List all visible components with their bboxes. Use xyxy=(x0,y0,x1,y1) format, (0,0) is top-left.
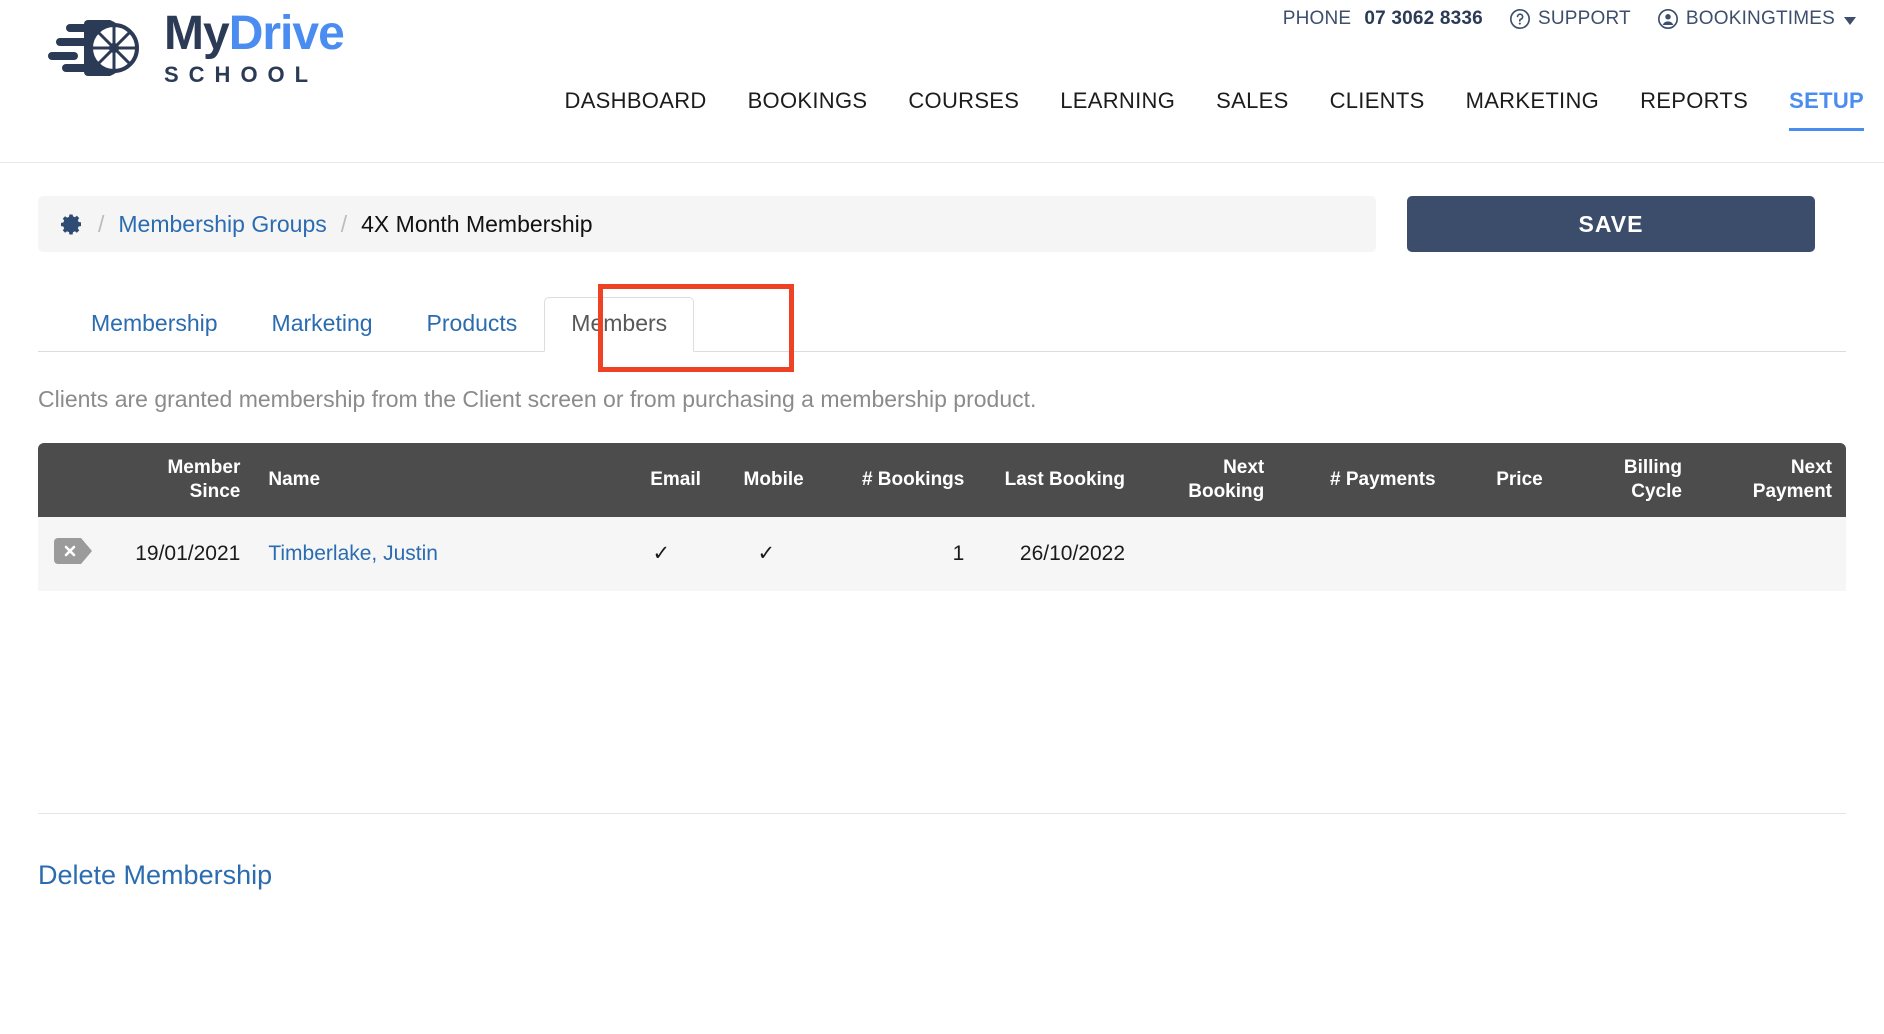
col-bookings[interactable]: # Bookings xyxy=(817,443,979,517)
phone-info: PHONE 07 3062 8336 xyxy=(1283,8,1483,30)
col-next-booking[interactable]: Next Booking xyxy=(1139,443,1279,517)
phone-number[interactable]: 07 3062 8336 xyxy=(1364,8,1483,30)
breadcrumb-separator-2: / xyxy=(340,210,348,237)
col-billing-cycle[interactable]: Billing Cycle xyxy=(1556,443,1696,517)
members-table: Member Since Name Email Mobile # Booking… xyxy=(38,443,1846,591)
cell-price xyxy=(1449,516,1557,591)
cell-bookings: 1 xyxy=(817,516,979,591)
brand-logo[interactable]: MyDrive SCHOOL xyxy=(48,7,345,87)
col-next-payment[interactable]: Next Payment xyxy=(1695,443,1846,517)
tab-list: Membership Marketing Products Members xyxy=(38,296,1846,352)
tabs-region: Membership Marketing Products Members xyxy=(38,284,1846,372)
col-price[interactable]: Price xyxy=(1449,443,1557,517)
nav-item-learning[interactable]: LEARNING xyxy=(1060,88,1175,131)
support-link[interactable]: SUPPORT xyxy=(1509,8,1631,30)
gear-icon[interactable] xyxy=(60,212,84,236)
remove-member-icon[interactable] xyxy=(52,537,96,564)
nav-item-courses[interactable]: COURSES xyxy=(908,88,1019,131)
drive-wheel-logo-icon xyxy=(48,20,139,76)
nav-item-marketing[interactable]: MARKETING xyxy=(1466,88,1600,131)
col-mobile[interactable]: Mobile xyxy=(714,443,818,517)
delete-membership-link[interactable]: Delete Membership xyxy=(38,860,272,891)
brand-title-drive: Drive xyxy=(228,7,345,60)
member-name-link[interactable]: Timberlake, Justin xyxy=(268,542,438,565)
tab-membership[interactable]: Membership xyxy=(64,297,245,352)
remove-tag-glyph xyxy=(54,537,92,564)
breadcrumb-parent-link[interactable]: Membership Groups xyxy=(118,211,326,238)
nav-item-sales[interactable]: SALES xyxy=(1216,88,1288,131)
question-circle-icon xyxy=(1509,9,1530,29)
col-email[interactable]: Email xyxy=(607,443,715,517)
table-row: 19/01/2021 Timberlake, Justin ✓ ✓ 1 26/1… xyxy=(38,516,1846,591)
nav-item-bookings[interactable]: BOOKINGS xyxy=(748,88,868,131)
cell-mobile-check: ✓ xyxy=(714,516,818,591)
footer-divider xyxy=(38,812,1846,814)
brand-title: MyDrive xyxy=(164,7,345,60)
app-header: MyDrive SCHOOL PHONE 07 3062 8336 SUPPOR… xyxy=(0,0,1884,163)
cell-next-payment xyxy=(1695,516,1846,591)
brand-logo-text: MyDrive SCHOOL xyxy=(164,7,345,87)
account-label: BOOKINGTIMES xyxy=(1685,8,1835,29)
members-table-body: 19/01/2021 Timberlake, Justin ✓ ✓ 1 26/1… xyxy=(38,516,1846,591)
col-name[interactable]: Name xyxy=(254,443,608,517)
col-last-booking[interactable]: Last Booking xyxy=(978,443,1140,517)
support-label: SUPPORT xyxy=(1537,8,1631,29)
chevron-down-icon xyxy=(1844,17,1856,25)
cell-payments xyxy=(1278,516,1450,591)
breadcrumb-current: 4X Month Membership xyxy=(361,210,593,237)
col-payments[interactable]: # Payments xyxy=(1278,443,1450,517)
members-table-head: Member Since Name Email Mobile # Booking… xyxy=(38,443,1846,517)
tab-products[interactable]: Products xyxy=(400,297,545,352)
cell-name: Timberlake, Justin xyxy=(254,516,608,591)
breadcrumb: / Membership Groups / 4X Month Membershi… xyxy=(38,196,1376,252)
main-navigation: DASHBOARD BOOKINGS COURSES LEARNING SALE… xyxy=(565,88,1864,131)
user-circle-icon xyxy=(1657,9,1678,29)
breadcrumb-row: / Membership Groups / 4X Month Membershi… xyxy=(38,196,1846,252)
nav-item-dashboard[interactable]: DASHBOARD xyxy=(565,88,707,131)
cell-member-since: 19/01/2021 xyxy=(115,516,255,591)
cell-billing-cycle xyxy=(1556,516,1696,591)
nav-item-reports[interactable]: REPORTS xyxy=(1640,88,1748,131)
save-button[interactable]: SAVE xyxy=(1407,196,1815,252)
cell-email-check: ✓ xyxy=(607,516,715,591)
nav-item-setup[interactable]: SETUP xyxy=(1789,88,1864,131)
brand-title-my: My xyxy=(164,7,230,60)
cell-last-booking: 26/10/2022 xyxy=(978,516,1140,591)
breadcrumb-separator-1: / xyxy=(98,210,105,237)
col-member-since[interactable]: Member Since xyxy=(115,443,255,517)
phone-label: PHONE xyxy=(1282,8,1352,29)
tab-marketing[interactable]: Marketing xyxy=(245,297,400,352)
utility-bar: PHONE 07 3062 8336 SUPPORT BOOKINGTIMES xyxy=(1283,8,1856,30)
cell-remove xyxy=(38,516,116,591)
account-menu[interactable]: BOOKINGTIMES xyxy=(1657,8,1856,30)
col-remove xyxy=(38,443,116,517)
brand-subtitle: SCHOOL xyxy=(164,62,319,87)
page-content: / Membership Groups / 4X Month Membershi… xyxy=(0,196,1884,891)
members-help-text: Clients are granted membership from the … xyxy=(38,386,1037,412)
tab-members[interactable]: Members xyxy=(544,297,695,352)
nav-item-clients[interactable]: CLIENTS xyxy=(1330,88,1425,131)
cell-next-booking xyxy=(1139,516,1279,591)
members-table-header-row: Member Since Name Email Mobile # Booking… xyxy=(38,443,1846,517)
